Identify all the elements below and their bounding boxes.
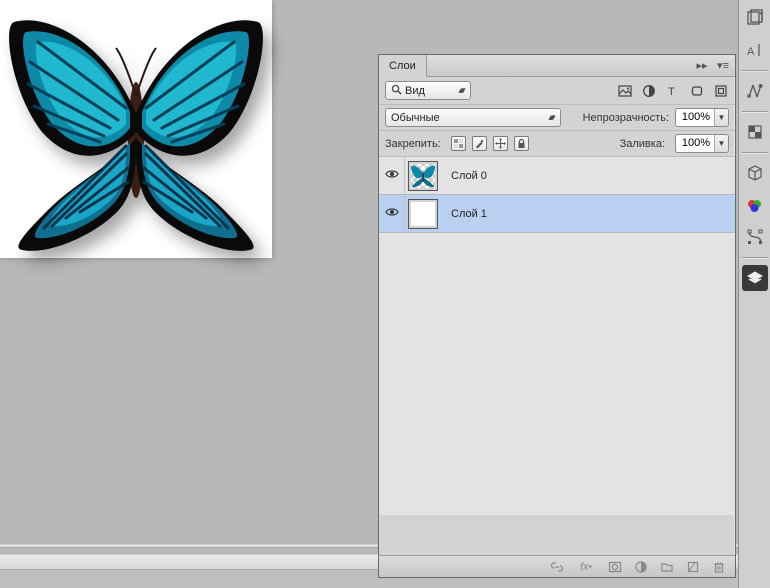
- opacity-input[interactable]: 100% ▼: [675, 108, 729, 127]
- chevron-updown-icon: ▴▾: [455, 85, 467, 96]
- layers-icon[interactable]: [742, 265, 768, 291]
- lock-fill-row: Закрепить: Заливка: 100% ▼: [379, 131, 735, 157]
- panel-footer: fx▾: [379, 555, 735, 577]
- blend-mode-value: Обычные: [391, 112, 545, 124]
- opacity-label: Непрозрачность:: [583, 112, 669, 124]
- svg-text:T: T: [668, 86, 675, 98]
- new-layer-icon[interactable]: [685, 559, 701, 575]
- adjust-filter-icon[interactable]: [641, 83, 657, 99]
- filter-kind-label: Вид: [405, 85, 455, 97]
- fill-label: Заливка:: [620, 138, 665, 150]
- opacity-value: 100%: [676, 109, 714, 126]
- layer-row[interactable]: Слой 1: [379, 195, 735, 233]
- color-icon[interactable]: [742, 192, 768, 218]
- svg-text:A: A: [747, 46, 755, 58]
- layer-thumbnail[interactable]: [408, 161, 438, 191]
- layer-name[interactable]: Слой 0: [441, 170, 487, 182]
- lock-brush-icon[interactable]: [472, 136, 487, 151]
- layer-filter-row: Вид ▴▾ T: [379, 77, 735, 105]
- fill-value: 100%: [676, 135, 714, 152]
- search-icon: [391, 84, 402, 98]
- lock-label: Закрепить:: [385, 138, 441, 150]
- fill-input[interactable]: 100% ▼: [675, 134, 729, 153]
- lock-pixels-icon[interactable]: [451, 136, 466, 151]
- blend-mode-dropdown[interactable]: Обычные ▴▾: [385, 108, 561, 127]
- separator: [742, 70, 768, 71]
- lock-move-icon[interactable]: [493, 136, 508, 151]
- shape-filter-icon[interactable]: [689, 83, 705, 99]
- canvas[interactable]: [0, 0, 272, 258]
- type-filter-icon[interactable]: T: [665, 83, 681, 99]
- eye-icon[interactable]: [385, 207, 399, 220]
- layer-row[interactable]: Слой 0: [379, 157, 735, 195]
- trash-icon[interactable]: [711, 559, 727, 575]
- group-icon[interactable]: [659, 559, 675, 575]
- butterfly-art: [8, 4, 264, 252]
- chevron-down-icon[interactable]: ▼: [714, 135, 728, 152]
- mask-icon[interactable]: [607, 559, 623, 575]
- eye-icon[interactable]: [385, 169, 399, 182]
- filter-kind-dropdown[interactable]: Вид ▴▾: [385, 81, 471, 100]
- blend-opacity-row: Обычные ▴▾ Непрозрачность: 100% ▼: [379, 105, 735, 131]
- smart-filter-icon[interactable]: [713, 83, 729, 99]
- layer-thumbnail[interactable]: [408, 199, 438, 229]
- 3d-icon[interactable]: [742, 160, 768, 186]
- lock-all-icon[interactable]: [514, 136, 529, 151]
- collapse-icon[interactable]: ▸▸: [693, 57, 711, 75]
- layer-name[interactable]: Слой 1: [441, 208, 487, 220]
- chevron-down-icon[interactable]: ▼: [714, 109, 728, 126]
- chevron-updown-icon: ▴▾: [545, 112, 557, 123]
- adjustments-icon[interactable]: [742, 78, 768, 104]
- panel-menu-icon[interactable]: ▾≡: [714, 57, 732, 75]
- image-filter-icon[interactable]: [617, 83, 633, 99]
- panel-tab-layers[interactable]: Слои: [379, 55, 427, 77]
- right-toolbar: A: [738, 0, 770, 588]
- paths-icon[interactable]: [742, 224, 768, 250]
- separator: [742, 257, 768, 258]
- fx-icon[interactable]: fx▾: [575, 559, 597, 575]
- layers-list: Слой 0 Слой 1: [379, 157, 735, 515]
- history-icon[interactable]: [742, 5, 768, 31]
- styles-icon[interactable]: [742, 119, 768, 145]
- panel-titlebar[interactable]: Слои ▸▸ ▾≡: [379, 55, 735, 77]
- layers-panel: Слои ▸▸ ▾≡ Вид ▴▾ T Обычные ▴▾ Непрозрач…: [378, 54, 736, 578]
- separator: [742, 152, 768, 153]
- separator: [742, 111, 768, 112]
- character-icon[interactable]: A: [742, 37, 768, 63]
- adjustment-layer-icon[interactable]: [633, 559, 649, 575]
- link-icon[interactable]: [549, 559, 565, 575]
